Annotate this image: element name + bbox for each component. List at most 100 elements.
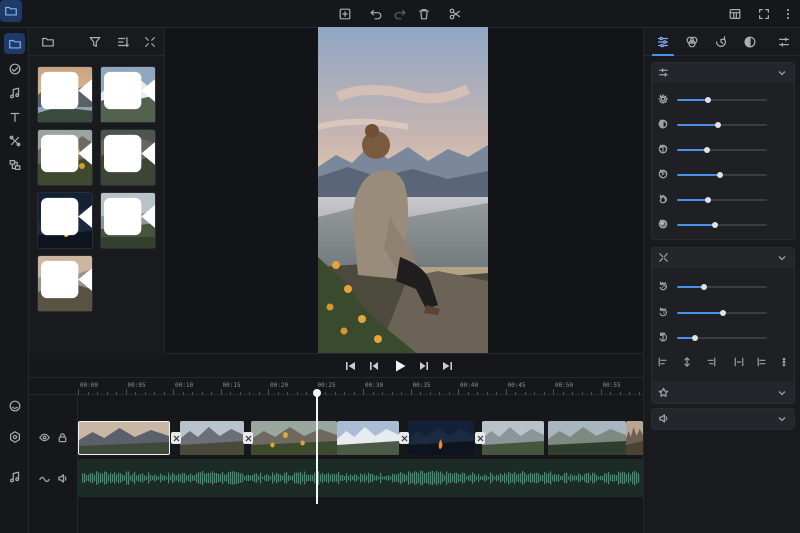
skip-forward-icon[interactable] <box>441 360 453 372</box>
rail-templates-button[interactable] <box>4 154 25 175</box>
next-frame-icon[interactable] <box>418 360 430 372</box>
slider-handle[interactable] <box>719 310 726 316</box>
slider-handle[interactable] <box>704 197 711 203</box>
video-clip[interactable] <box>482 421 544 455</box>
video-preview[interactable] <box>318 27 488 353</box>
redo-button[interactable] <box>392 6 408 22</box>
slider-handle[interactable] <box>701 284 707 290</box>
volume-icon[interactable] <box>57 473 68 484</box>
video-clip[interactable] <box>548 421 626 455</box>
brightness-slider[interactable] <box>677 97 767 103</box>
position-y-slider[interactable] <box>677 310 767 316</box>
reset-icon[interactable] <box>658 169 668 179</box>
reset-icon[interactable] <box>658 219 668 229</box>
slider-handle[interactable] <box>703 147 710 153</box>
transition-marker[interactable] <box>243 432 253 444</box>
video-track-settings-button[interactable] <box>4 426 25 447</box>
rail-sticker-button[interactable] <box>4 395 25 416</box>
more-vertical-icon[interactable] <box>779 357 789 367</box>
align-start-icon[interactable] <box>757 357 767 367</box>
rail-effects-button[interactable] <box>4 58 25 79</box>
adjust-sliders-icon[interactable] <box>656 35 670 49</box>
distribute-horizontal-icon[interactable] <box>734 357 744 367</box>
video-clip[interactable] <box>180 421 244 455</box>
temperature-slider[interactable] <box>677 172 767 178</box>
reset-icon[interactable] <box>658 332 668 342</box>
reset-icon[interactable] <box>658 194 668 204</box>
split-button[interactable] <box>447 6 463 22</box>
media-thumb[interactable] <box>37 129 93 186</box>
favorites-section[interactable] <box>651 382 795 404</box>
delete-button[interactable] <box>416 6 432 22</box>
undo-button[interactable] <box>368 6 384 22</box>
reset-icon[interactable] <box>658 281 668 291</box>
timeline-ruler[interactable]: 00:00 00:05 00:10 00:15 00:20 00:25 00:30 00:35… <box>29 378 643 395</box>
add-media-button[interactable] <box>337 6 353 22</box>
video-clip[interactable] <box>78 421 170 455</box>
video-clip[interactable] <box>337 421 399 455</box>
video-clip[interactable] <box>251 421 337 455</box>
exposure-slider[interactable] <box>677 147 767 153</box>
import-folder-button[interactable] <box>41 35 55 49</box>
adjust-section-header[interactable] <box>652 63 794 83</box>
filter-button[interactable] <box>88 35 102 49</box>
lock-icon[interactable] <box>57 432 68 443</box>
fullscreen-button[interactable] <box>756 6 772 22</box>
align-center-vertical-icon[interactable] <box>682 357 692 367</box>
rail-transitions-button[interactable] <box>4 130 25 151</box>
skip-back-icon[interactable] <box>345 360 357 372</box>
contrast-icon[interactable] <box>743 35 757 49</box>
contrast-slider[interactable] <box>677 122 767 128</box>
slider-handle[interactable] <box>717 172 724 178</box>
layout-button[interactable] <box>727 6 743 22</box>
more-options-button[interactable] <box>780 6 796 22</box>
reset-icon[interactable] <box>658 144 668 154</box>
rail-media-button[interactable] <box>4 33 25 54</box>
align-left-icon[interactable] <box>658 357 668 367</box>
transition-marker[interactable] <box>171 432 181 444</box>
slider-handle[interactable] <box>704 97 711 103</box>
audio-track[interactable] <box>78 459 643 497</box>
media-thumb[interactable] <box>37 66 93 123</box>
position-x-slider[interactable] <box>677 284 767 290</box>
transform-section-header[interactable] <box>652 248 794 268</box>
slider-handle[interactable] <box>711 222 718 228</box>
color-wheels-icon[interactable] <box>685 35 699 49</box>
speed-icon[interactable] <box>714 35 728 49</box>
slider-handle[interactable] <box>692 335 698 341</box>
video-clip[interactable] <box>408 421 474 455</box>
favorites-section-header[interactable] <box>652 383 794 403</box>
play-icon[interactable] <box>393 359 407 373</box>
scale-slider[interactable] <box>677 335 767 341</box>
project-folder-button[interactable] <box>0 0 22 22</box>
fullscreen-icon <box>759 9 769 19</box>
vignette-slider[interactable] <box>677 222 767 228</box>
sort-button[interactable] <box>116 35 130 49</box>
previous-frame-icon[interactable] <box>368 360 380 372</box>
waveform-icon[interactable] <box>39 473 50 484</box>
audio-track-button[interactable] <box>4 466 25 487</box>
settings-sliders-icon[interactable] <box>777 35 791 49</box>
media-thumb[interactable] <box>100 192 156 249</box>
audio-section-header[interactable] <box>652 409 794 429</box>
audio-section[interactable] <box>651 408 795 430</box>
eye-icon[interactable] <box>39 432 50 443</box>
playhead[interactable] <box>316 392 318 504</box>
media-thumb[interactable] <box>100 66 156 123</box>
transition-marker[interactable] <box>475 432 485 444</box>
media-thumb[interactable] <box>100 129 156 186</box>
collapse-button[interactable] <box>143 35 157 49</box>
rail-audio-button[interactable] <box>4 82 25 103</box>
playhead-handle[interactable] <box>313 389 321 397</box>
reset-icon[interactable] <box>658 307 668 317</box>
saturation-slider[interactable] <box>677 197 767 203</box>
video-clip[interactable] <box>626 421 643 455</box>
media-thumb[interactable] <box>37 192 93 249</box>
media-thumb[interactable] <box>37 255 93 312</box>
transition-marker[interactable] <box>399 432 409 444</box>
slider-handle[interactable] <box>715 122 722 128</box>
align-right-icon[interactable] <box>706 357 716 367</box>
rail-text-button[interactable] <box>4 106 25 127</box>
reset-icon[interactable] <box>658 94 668 104</box>
reset-icon[interactable] <box>658 119 668 129</box>
